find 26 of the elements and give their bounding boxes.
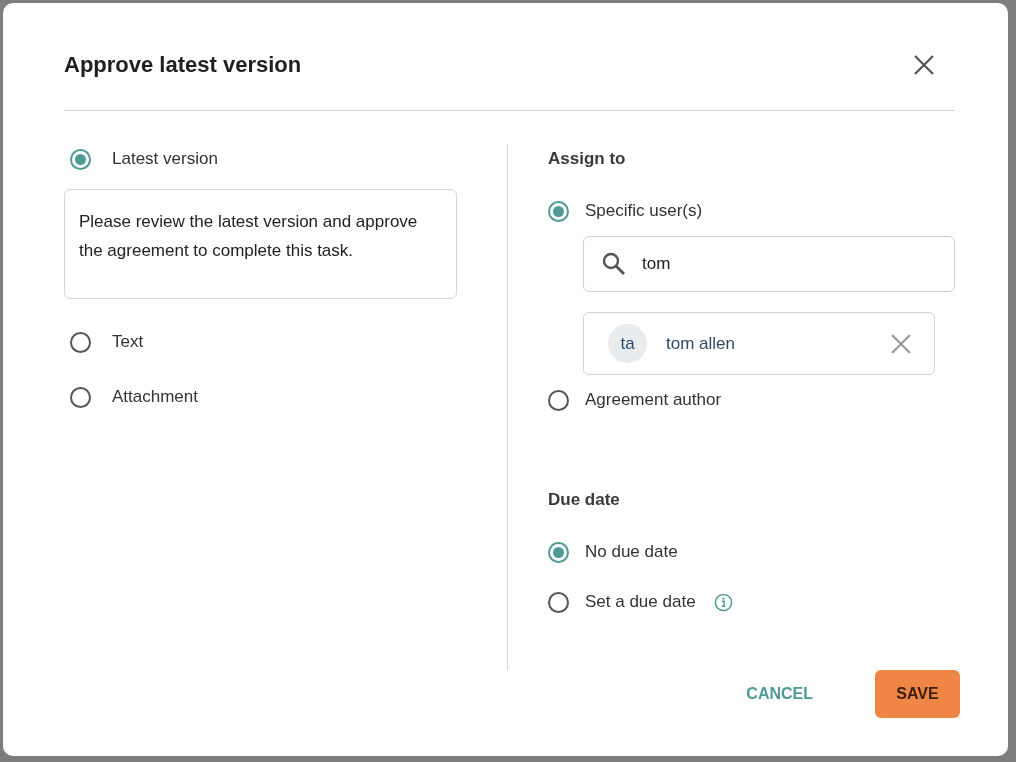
- radio-button[interactable]: [548, 591, 569, 613]
- info-icon[interactable]: [713, 592, 733, 612]
- message-field[interactable]: Please review the latest version and approve the agreement to complete this task.: [64, 189, 457, 299]
- radio-button[interactable]: [548, 389, 569, 411]
- radio-label[interactable]: Set a due date: [585, 592, 696, 612]
- user-name: tom allen: [666, 333, 736, 354]
- radio-label[interactable]: Attachment: [112, 387, 198, 407]
- section-heading: Assign to: [548, 148, 627, 170]
- radio-button[interactable]: [70, 386, 91, 408]
- radio-label[interactable]: Specific user(s): [585, 201, 703, 221]
- remove-icon[interactable]: [890, 332, 912, 355]
- user-avatar: ta: [608, 324, 647, 363]
- dialog-title: Approve latest version: [64, 50, 302, 78]
- section-heading: Due date: [548, 489, 621, 511]
- radio-label[interactable]: No due date: [585, 542, 678, 562]
- radio-label[interactable]: Text: [112, 332, 144, 352]
- radio-button[interactable]: [70, 331, 91, 353]
- search-icon: [601, 251, 627, 277]
- radio-label[interactable]: Latest version: [112, 149, 218, 169]
- search-field[interactable]: tom: [583, 236, 955, 292]
- radio-button[interactable]: [70, 148, 91, 170]
- radio-button[interactable]: [548, 200, 569, 222]
- radio-label[interactable]: Agreement author: [585, 390, 722, 410]
- close-icon[interactable]: [913, 53, 935, 76]
- radio-button[interactable]: [548, 541, 569, 563]
- save-button[interactable]: SAVE: [875, 670, 960, 718]
